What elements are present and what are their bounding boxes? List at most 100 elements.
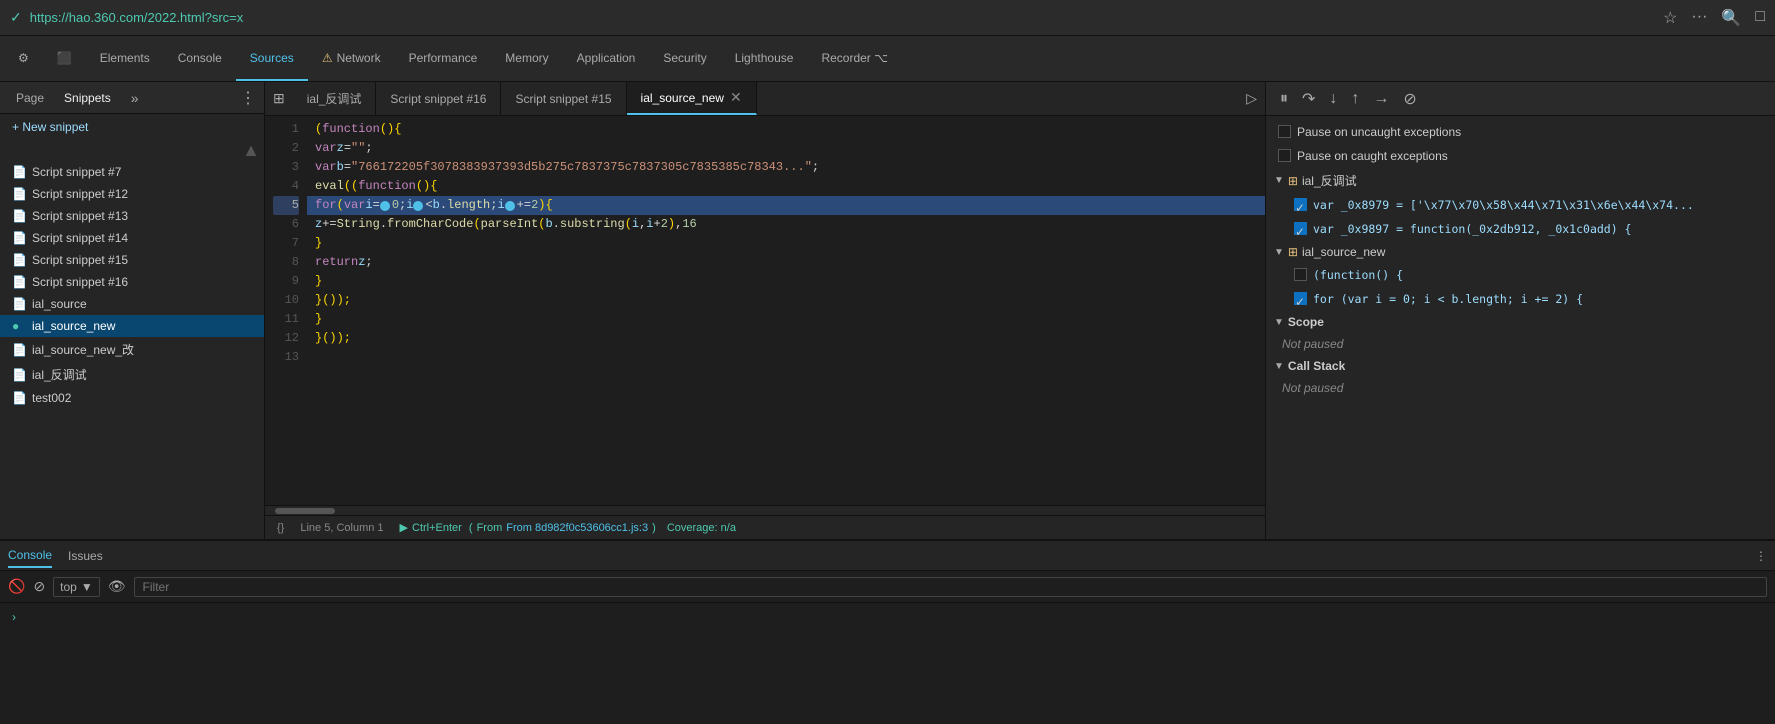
sidebar-tab-page[interactable]: Page	[8, 87, 52, 109]
callstack-section-title[interactable]: ▼ Call Stack	[1266, 355, 1775, 377]
favicon: ✓	[10, 9, 22, 26]
console-toolbar: 🚫 ⊘ top ▼ 👁	[0, 571, 1775, 603]
sidebar-item-ial-source[interactable]: 📄 ial_source	[0, 293, 264, 315]
callstack-not-paused: Not paused	[1266, 377, 1775, 399]
tab-network[interactable]: ⚠ Network	[308, 36, 395, 81]
code-content[interactable]: (function() { var z = ""; var b = "76617…	[307, 116, 1265, 505]
tab-close-icon[interactable]: ✕	[730, 89, 742, 106]
console-context-selector[interactable]: top ▼	[53, 577, 100, 597]
scope-section-title[interactable]: ▼ Scope	[1266, 311, 1775, 333]
new-snippet-button[interactable]: + New snippet	[0, 114, 264, 140]
console-filter-icon[interactable]: ⊘	[33, 578, 45, 595]
sidebar-item-snippet15[interactable]: 📄 Script snippet #15	[0, 249, 264, 271]
console-caret-icon: ›	[12, 610, 16, 624]
watch-label-2: var _0x9897 = function(_0x2db912, _0x1c0…	[1313, 220, 1632, 238]
sidebar-item-ial-source-new-kai[interactable]: 📄 ial_source_new_改	[0, 337, 264, 362]
sidebar-item-snippet14[interactable]: 📄 Script snippet #14	[0, 227, 264, 249]
tab-undock-btn[interactable]: ⬛	[43, 36, 86, 81]
scroll-thumb[interactable]	[275, 508, 335, 514]
sidebar: Page Snippets » ⋮ + New snippet ▲ 📄 Scri…	[0, 82, 265, 539]
watch-checkbox-1[interactable]: ✓	[1294, 198, 1307, 211]
run-snippet-button[interactable]: ▶ Ctrl+Enter ( From From 8d982f0c53606cc…	[400, 521, 736, 534]
editor-panel-toggle[interactable]: ⊞	[265, 82, 293, 115]
tab-security[interactable]: Security	[649, 36, 720, 81]
sidebar-item-test002[interactable]: 📄 test002	[0, 387, 264, 409]
right-panel: ⏸ ↷ ↓ ↑ → ⊘ Pause on uncaught exceptions…	[1265, 82, 1775, 539]
breakpoints-header[interactable]: ▼ ⊞ ial_source_new	[1266, 241, 1775, 263]
shrink-icon[interactable]: □	[1755, 8, 1765, 28]
console-input-area[interactable]	[22, 609, 1763, 625]
editor-status: {} Line 5, Column 1 ▶ Ctrl+Enter ( From …	[265, 515, 1265, 539]
bp-checkbox-1[interactable]	[1294, 268, 1307, 281]
tab-elements[interactable]: Elements	[86, 36, 164, 81]
tab-console[interactable]: Console	[164, 36, 236, 81]
deactivate-button[interactable]: ⊘	[1397, 87, 1422, 111]
source-link[interactable]: From 8d982f0c53606cc1.js:3	[506, 522, 648, 534]
tab-lighthouse[interactable]: Lighthouse	[721, 36, 808, 81]
watchpoints-header[interactable]: ▼ ⊞ ial_反调试	[1266, 168, 1775, 193]
snippet-icon-green: ●	[12, 319, 26, 333]
run-icon: ▶	[400, 521, 408, 534]
browser-bar: ✓ https://hao.360.com/2022.html?src=x ☆ …	[0, 0, 1775, 36]
triangle-down-icon-2: ▼	[1274, 247, 1284, 258]
devtools-body: Page Snippets » ⋮ + New snippet ▲ 📄 Scri…	[0, 82, 1775, 724]
sidebar-item-ial-source-new[interactable]: ● ial_source_new	[0, 315, 264, 337]
step-out-button[interactable]: ↑	[1345, 88, 1365, 110]
sidebar-list: ▲ 📄 Script snippet #7 📄 Script snippet #…	[0, 140, 264, 539]
tab-application[interactable]: Application	[563, 36, 650, 81]
tab-recorder[interactable]: Recorder ⌥	[807, 36, 902, 81]
step-over-button[interactable]: ↷	[1296, 87, 1321, 111]
horizontal-scrollbar[interactable]	[265, 505, 1265, 515]
pause-button[interactable]: ⏸	[1274, 88, 1294, 110]
console-tabs: Console Issues ⋮	[0, 541, 1775, 571]
editor-tab-ial-source-new[interactable]: ial_source_new ✕	[627, 82, 757, 115]
tab-performance[interactable]: Performance	[395, 36, 492, 81]
browser-icons: ☆ ··· 🔍 □	[1663, 8, 1765, 28]
editor-toggle-right[interactable]: ▷	[1238, 82, 1265, 115]
step-button[interactable]: →	[1367, 88, 1395, 110]
format-icon[interactable]: {}	[277, 522, 284, 534]
scroll-up-indicator[interactable]: ▲	[0, 140, 264, 161]
editor-tab-snippet16[interactable]: Script snippet #16	[376, 82, 501, 115]
watch-label-1: var _0x8979 = ['\x77\x70\x58\x44\x71\x31…	[1313, 196, 1694, 214]
console-filter-input[interactable]	[134, 577, 1767, 597]
search-icon[interactable]: 🔍	[1721, 8, 1741, 28]
code-line-12: }());	[307, 329, 1265, 348]
sidebar-tab-snippets[interactable]: Snippets	[56, 87, 119, 109]
console-clear-button[interactable]: 🚫	[8, 578, 25, 595]
tab-sources[interactable]: Sources	[236, 36, 308, 81]
console-tab-console[interactable]: Console	[8, 544, 52, 568]
tab-memory[interactable]: Memory	[491, 36, 562, 81]
sidebar-item-snippet16[interactable]: 📄 Script snippet #16	[0, 271, 264, 293]
more-icon[interactable]: ···	[1691, 8, 1707, 28]
sidebar-item-ial-fan-tiaoshi[interactable]: 📄 ial_反调试	[0, 362, 264, 387]
pause-caught-checkbox[interactable]	[1278, 149, 1291, 162]
editor-tabs: ⊞ ial_反调试 Script snippet #16 Script snip…	[265, 82, 1265, 116]
console-eye-button[interactable]: 👁	[108, 578, 126, 595]
editor-area: ⊞ ial_反调试 Script snippet #16 Script snip…	[265, 82, 1265, 539]
sidebar-tab-more[interactable]: »	[123, 86, 147, 110]
sidebar-options-icon[interactable]: ⋮	[240, 88, 256, 108]
warning-icon: ⚠	[322, 51, 333, 65]
tab-toggle-btn[interactable]: ⚙	[4, 36, 43, 81]
sidebar-item-snippet12[interactable]: 📄 Script snippet #12	[0, 183, 264, 205]
pause-uncaught-checkbox[interactable]	[1278, 125, 1291, 138]
line-num-11: 11	[273, 310, 299, 329]
code-editor[interactable]: 1 2 3 4 5 6 7 8 9 10 11 12 13 (function(…	[265, 116, 1265, 505]
watch-checkbox-2[interactable]: ✓	[1294, 222, 1307, 235]
step-into-button[interactable]: ↓	[1323, 88, 1343, 110]
console-options-icon[interactable]: ⋮	[1755, 549, 1767, 563]
snippet-icon: 📄	[12, 209, 26, 223]
line-num-3: 3	[273, 158, 299, 177]
console-tab-issues[interactable]: Issues	[68, 545, 103, 567]
sidebar-item-snippet13[interactable]: 📄 Script snippet #13	[0, 205, 264, 227]
bp-checkbox-2[interactable]: ✓	[1294, 292, 1307, 305]
snippet-icon: 📄	[12, 231, 26, 245]
breakpoints-title: ial_source_new	[1302, 245, 1385, 259]
sidebar-item-snippet7[interactable]: 📄 Script snippet #7	[0, 161, 264, 183]
code-line-2: var z = "";	[307, 139, 1265, 158]
editor-tab-fan-tiaoshi[interactable]: ial_反调试	[293, 82, 377, 115]
editor-tab-snippet15[interactable]: Script snippet #15	[501, 82, 626, 115]
star-icon[interactable]: ☆	[1663, 8, 1677, 28]
code-line-11: }	[307, 310, 1265, 329]
